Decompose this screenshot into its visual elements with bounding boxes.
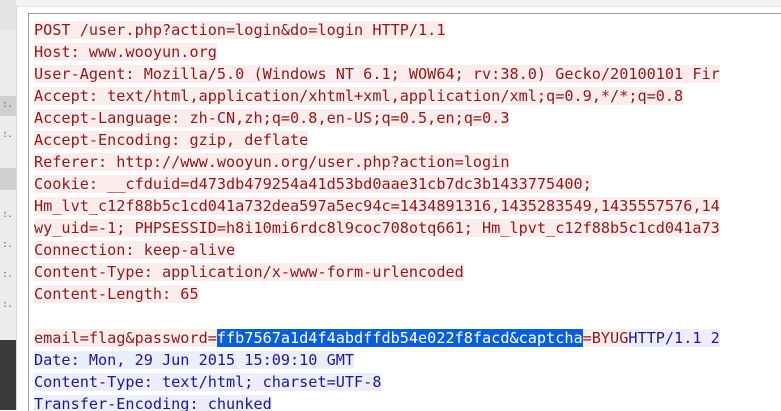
request-header: Content-Type: application/x-www-form-url… bbox=[34, 263, 464, 281]
request-header: Connection: keep-alive bbox=[34, 241, 236, 259]
response-header: Date: Mon, 29 Jun 2015 15:09:10 GMT bbox=[34, 351, 355, 369]
gutter-marker: :. bbox=[2, 269, 13, 280]
gutter-marker: :. bbox=[2, 209, 13, 220]
request-header: Accept-Encoding: gzip, deflate bbox=[34, 131, 309, 149]
gutter-marker: :. bbox=[2, 239, 13, 250]
request-body-suffix: =BYUG bbox=[582, 329, 629, 347]
request-line: POST /user.php?action=login&do=login HTT… bbox=[34, 21, 446, 39]
gutter-marker: :. bbox=[2, 129, 13, 140]
request-header: Accept: text/html,application/xhtml+xml,… bbox=[34, 87, 684, 105]
gutter-marker: :. bbox=[2, 299, 13, 310]
request-header: Accept-Language: zh-CN,zh;q=0.8,en-US;q=… bbox=[34, 109, 510, 127]
response-header: Content-Type: text/html; charset=UTF-8 bbox=[34, 373, 382, 391]
request-header: Content-Length: 65 bbox=[34, 285, 199, 303]
request-header: Host: www.wooyun.org bbox=[34, 43, 217, 61]
response-header: Transfer-Encoding: chunked bbox=[34, 395, 272, 411]
selected-text[interactable]: ffb7567a1d4f4abdffdb54e022f8facd&captcha bbox=[216, 329, 583, 347]
response-status-tail: HTTP/1.1 2 bbox=[628, 329, 720, 347]
gutter-segment bbox=[0, 0, 16, 30]
request-body-prefix: email=flag&password= bbox=[34, 329, 217, 347]
request-header: wy_uid=-1; PHPSESSID=h8i10mi6rdc8l9coc70… bbox=[34, 219, 720, 237]
gutter-segment bbox=[0, 340, 16, 410]
gutter-marker: :. bbox=[2, 99, 13, 110]
window-top-edge bbox=[16, 0, 781, 7]
request-header: Cookie: __cfduid=d473db479254a41d53bd0aa… bbox=[34, 175, 592, 193]
background-window-gutter: :. :. :. :. :. :. bbox=[0, 0, 17, 410]
request-header: User-Agent: Mozilla/5.0 (Windows NT 6.1;… bbox=[34, 65, 720, 83]
request-body-line: email=flag&password=ffb7567a1d4f4abdffdb… bbox=[34, 327, 720, 349]
tcp-stream-text-panel[interactable]: POST /user.php?action=login&do=login HTT… bbox=[28, 13, 781, 411]
gutter-segment bbox=[0, 168, 16, 190]
request-header: Referer: http://www.wooyun.org/user.php?… bbox=[34, 153, 510, 171]
request-header: Hm_lvt_c12f88b5c1cd041a732dea597a5ec94c=… bbox=[34, 197, 720, 215]
